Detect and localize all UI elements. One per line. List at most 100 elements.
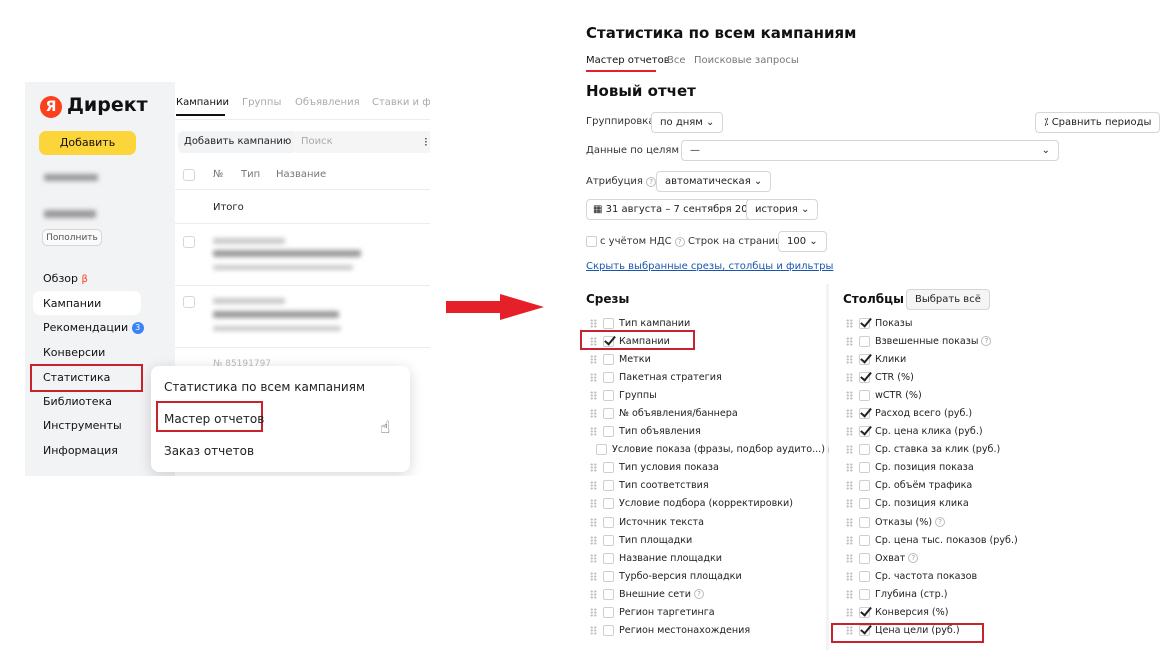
column-item[interactable]: Взвешенные показы?	[846, 332, 1146, 350]
attribution-select[interactable]: автоматическая ⌄	[656, 171, 772, 192]
drag-handle-icon[interactable]	[846, 336, 853, 346]
nav-recommendations[interactable]: Рекомендации 3	[43, 321, 144, 334]
drag-handle-icon[interactable]	[590, 463, 597, 473]
nav-info[interactable]: Информация	[43, 444, 118, 457]
tab-all[interactable]: Все	[667, 55, 686, 66]
date-range-picker[interactable]: ▦ 31 августа – 7 сентября 2024	[586, 199, 768, 220]
select-all-checkbox[interactable]	[183, 169, 195, 181]
slice-item[interactable]: Группы	[590, 386, 826, 404]
slice-item[interactable]: Внешние сети?	[590, 585, 826, 603]
slice-item[interactable]: Метки	[590, 350, 826, 368]
column-item[interactable]: wCTR (%)	[846, 386, 1146, 404]
column-item[interactable]: Ср. позиция клика	[846, 495, 1146, 513]
goals-select[interactable]: — ⌄	[681, 140, 1059, 161]
drag-handle-icon[interactable]	[590, 427, 597, 437]
add-button[interactable]: Добавить	[39, 131, 136, 155]
drag-handle-icon[interactable]	[846, 589, 853, 599]
nav-conversions[interactable]: Конверсии	[43, 346, 105, 359]
compare-periods-button[interactable]: ⁒ Сравнить периоды	[1035, 112, 1161, 133]
help-icon[interactable]: ?	[646, 177, 657, 187]
checkbox[interactable]	[603, 480, 614, 492]
drag-handle-icon[interactable]	[590, 318, 597, 328]
slice-item[interactable]: Пакетная стратегия	[590, 368, 826, 386]
help-icon[interactable]: ?	[935, 517, 946, 528]
drag-handle-icon[interactable]	[590, 390, 597, 400]
tab-search-queries[interactable]: Поисковые запросы	[694, 55, 799, 66]
column-item[interactable]: Показы	[846, 314, 1146, 332]
checkbox[interactable]	[603, 353, 614, 365]
slice-item[interactable]: Тип объявления	[590, 423, 826, 441]
column-item[interactable]: Ср. цена клика (руб.)	[846, 423, 1146, 441]
column-item[interactable]: Ср. позиция показа	[846, 459, 1146, 477]
checkbox[interactable]	[859, 534, 870, 546]
tab-campaigns[interactable]: Кампании	[176, 97, 229, 108]
drag-handle-icon[interactable]	[846, 409, 853, 419]
drag-handle-icon[interactable]	[590, 409, 597, 419]
nav-campaigns[interactable]: Кампании	[43, 297, 101, 310]
select-all-button[interactable]: Выбрать всё	[906, 289, 990, 310]
column-item[interactable]: Клики	[846, 350, 1146, 368]
slice-item[interactable]: Тип соответствия	[590, 477, 826, 495]
nav-statistics[interactable]: Статистика	[43, 371, 110, 384]
rows-per-page-select[interactable]: 100 ⌄	[778, 231, 827, 252]
help-icon[interactable]: ?	[694, 589, 704, 600]
checkbox[interactable]	[859, 516, 870, 528]
checkbox[interactable]	[603, 498, 614, 510]
checkbox[interactable]	[859, 335, 870, 347]
drag-handle-icon[interactable]	[846, 354, 853, 364]
checkbox[interactable]	[859, 570, 870, 582]
drag-handle-icon[interactable]	[846, 481, 853, 491]
checkbox[interactable]	[603, 607, 614, 619]
drag-handle-icon[interactable]	[590, 499, 597, 509]
column-item[interactable]: Расход всего (руб.)	[846, 404, 1146, 422]
drag-handle-icon[interactable]	[846, 499, 853, 509]
drag-handle-icon[interactable]	[590, 372, 597, 382]
hide-filters-link[interactable]: Скрыть выбранные срезы, столбцы и фильтр…	[586, 261, 833, 272]
checkbox[interactable]	[859, 588, 870, 600]
slice-item[interactable]: Название площадки	[590, 549, 826, 567]
help-icon[interactable]: ?	[674, 237, 685, 247]
column-item[interactable]: Ср. частота показов	[846, 567, 1146, 585]
column-item[interactable]: Глубина (стр.)	[846, 585, 1146, 603]
drag-handle-icon[interactable]	[846, 571, 853, 581]
slice-item[interactable]: № объявления/баннера	[590, 404, 826, 422]
nav-overview[interactable]: Обзор β	[43, 272, 88, 285]
checkbox-checked[interactable]	[859, 426, 870, 438]
nav-library[interactable]: Библиотека	[43, 395, 112, 408]
drag-handle-icon[interactable]	[846, 535, 853, 545]
drag-handle-icon[interactable]	[590, 517, 597, 527]
checkbox[interactable]	[603, 426, 614, 438]
checkbox[interactable]	[603, 462, 614, 474]
drag-handle-icon[interactable]	[590, 481, 597, 491]
drag-handle-icon[interactable]	[590, 589, 597, 599]
checkbox[interactable]	[859, 462, 870, 474]
checkbox[interactable]	[603, 570, 614, 582]
checkbox-checked[interactable]	[859, 353, 870, 365]
help-icon[interactable]: ?	[908, 553, 919, 564]
grouping-select[interactable]: по дням ⌄	[651, 112, 724, 133]
nav-tools[interactable]: Инструменты	[43, 419, 122, 432]
drag-handle-icon[interactable]	[590, 553, 597, 563]
column-item[interactable]: Отказы (%)?	[846, 513, 1146, 531]
drag-handle-icon[interactable]	[846, 517, 853, 527]
checkbox-checked[interactable]	[859, 317, 870, 329]
column-item[interactable]: Ср. ставка за клик (руб.)	[846, 441, 1146, 459]
checkbox-checked[interactable]	[859, 607, 870, 619]
checkbox[interactable]	[859, 389, 870, 401]
menu-item-order-reports[interactable]: Заказ отчетов	[164, 444, 254, 458]
drag-handle-icon[interactable]	[590, 571, 597, 581]
help-icon[interactable]: ?	[981, 336, 992, 347]
drag-handle-icon[interactable]	[846, 608, 853, 618]
slice-item[interactable]: Регион таргетинга	[590, 604, 826, 622]
drag-handle-icon[interactable]	[846, 372, 853, 382]
menu-item-report-wizard[interactable]: Мастер отчетов	[164, 412, 264, 426]
checkbox[interactable]	[603, 516, 614, 528]
row-checkbox[interactable]	[183, 236, 195, 248]
checkbox[interactable]	[603, 408, 614, 420]
slice-item[interactable]: Регион местонахождения	[590, 622, 826, 640]
menu-item-all-campaigns-stats[interactable]: Статистика по всем кампаниям	[164, 380, 365, 394]
column-item[interactable]: Охват?	[846, 549, 1146, 567]
checkbox[interactable]	[859, 444, 870, 456]
checkbox[interactable]	[603, 317, 614, 329]
checkbox[interactable]	[603, 534, 614, 546]
